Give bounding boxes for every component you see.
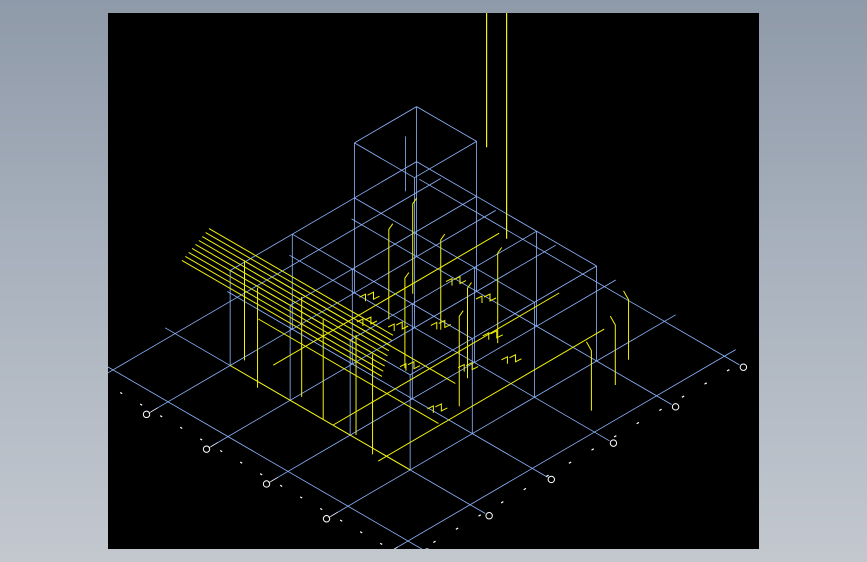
- structural-grid-layer: [108, 106, 740, 549]
- axis-bubble-left: [262, 480, 271, 488]
- grid-line-row: [108, 178, 441, 374]
- pipe-riser: [458, 310, 464, 407]
- grid-line-col: [108, 366, 423, 549]
- axis-tick: [613, 435, 617, 438]
- axis-bubble-right: [739, 363, 748, 371]
- fixture-connection: [407, 360, 421, 370]
- grid-line-row: [393, 349, 736, 549]
- pipe-run: [198, 240, 390, 352]
- axis-tick: [636, 421, 640, 425]
- pipe-run: [188, 252, 385, 367]
- axis-tick: [726, 369, 730, 372]
- pipe-branch: [229, 365, 411, 471]
- axis-tick: [545, 474, 549, 478]
- axis-tick: [259, 473, 263, 476]
- axis-tick: [681, 395, 685, 398]
- grid-line-col: [227, 291, 548, 478]
- axis-tick: [319, 507, 323, 511]
- axis-leader: [393, 546, 398, 549]
- axis-tick: [658, 408, 662, 412]
- axis-tick: [299, 496, 303, 499]
- pipe-branch: [258, 318, 439, 424]
- axis-tick: [523, 487, 527, 491]
- axis-tick: [219, 449, 223, 453]
- frame-beam: [349, 230, 537, 341]
- frame-beam-upper: [354, 106, 417, 144]
- pipe-riser: [585, 341, 592, 411]
- axis-tick: [159, 415, 163, 418]
- axis-tick: [359, 531, 363, 534]
- fixture-connection: [483, 293, 497, 302]
- axis-tick: [591, 448, 595, 451]
- axis-bubble-left: [142, 410, 151, 419]
- fixture-connection: [453, 275, 467, 285]
- frame-beam-upper: [416, 106, 477, 142]
- axis-tick: [199, 438, 203, 441]
- vent-stack: [486, 13, 508, 239]
- pipe-riser: [623, 290, 630, 360]
- fixture-connection: [501, 355, 508, 364]
- isometric-piping-drawing: [108, 13, 748, 549]
- axis-tick: [478, 514, 482, 517]
- axis-bubble-right: [547, 475, 555, 484]
- grid-line-col: [289, 254, 610, 442]
- axis-tick: [704, 382, 708, 385]
- fixture-connection: [430, 321, 438, 330]
- axis-tick: [432, 540, 436, 544]
- frame-beam: [354, 197, 535, 303]
- cad-drawing-viewport[interactable]: [108, 13, 759, 549]
- axis-tick: [179, 426, 183, 429]
- axis-tick: [379, 542, 383, 545]
- grid-line-row: [210, 244, 556, 447]
- axis-bubble-right: [485, 512, 493, 520]
- axis-bubble-layer: [119, 363, 748, 549]
- axis-tick: [239, 461, 243, 464]
- pipe-run: [181, 259, 383, 377]
- axis-leader: [328, 511, 338, 518]
- fixture-connection: [367, 291, 380, 301]
- frame-beam-upper: [414, 141, 477, 179]
- axis-bubble-right: [609, 439, 618, 447]
- axis-tick: [119, 391, 123, 395]
- pipe-run: [195, 244, 388, 357]
- frame-beam: [289, 196, 477, 306]
- axis-bubble-left: [202, 445, 211, 453]
- axis-tick: [139, 403, 143, 406]
- axis-bubble-right: [671, 403, 680, 411]
- axis-leader: [148, 407, 158, 414]
- axis-tick: [279, 484, 283, 487]
- pipe-branch: [272, 232, 500, 366]
- axis-bubble-left: [322, 515, 331, 523]
- pipe-run: [191, 248, 387, 362]
- fixture-connection: [509, 353, 522, 363]
- axis-leader: [208, 442, 218, 449]
- grid-line-row: [330, 314, 676, 517]
- axis-leader: [268, 477, 278, 484]
- fixture-connection: [475, 295, 483, 303]
- axis-tick: [339, 519, 343, 522]
- grid-line-col: [351, 218, 672, 405]
- pipe-run: [205, 232, 392, 341]
- fixture-connection: [387, 323, 395, 331]
- pipe-branch: [332, 292, 560, 426]
- axis-tick: [568, 461, 572, 464]
- axis-tick: [500, 501, 504, 504]
- pipe-run: [185, 255, 384, 372]
- piping-layer: [181, 13, 630, 471]
- fixture-connection: [435, 403, 448, 412]
- axis-tick: [455, 527, 459, 530]
